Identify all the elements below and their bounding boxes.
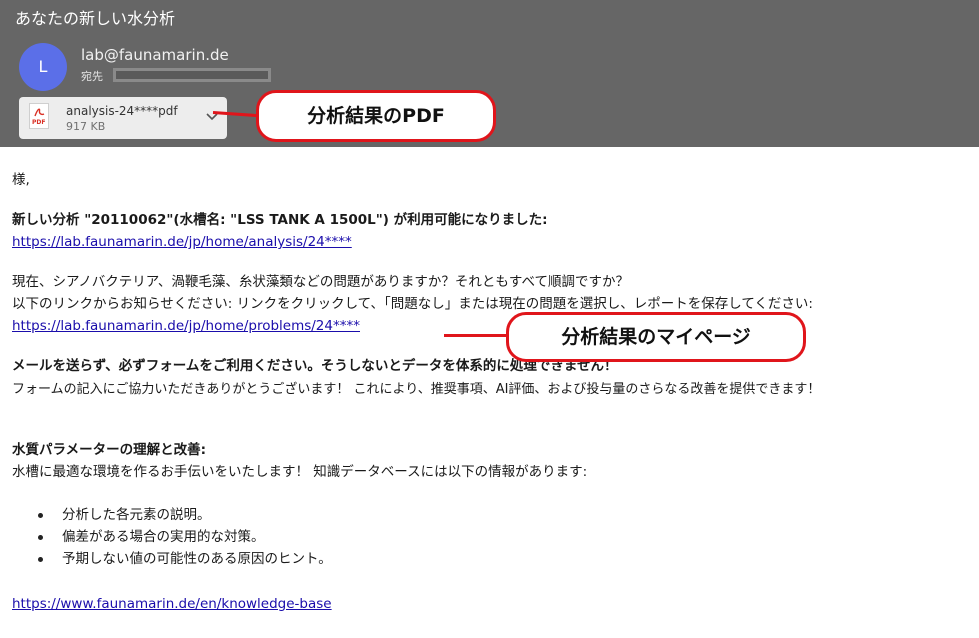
- list-item: 分析した各元素の説明。: [38, 505, 332, 527]
- knowledge-list: 分析した各元素の説明。 偏差がある場合の実用的な対策。 予期しない値の可能性のあ…: [38, 505, 332, 571]
- attachment-size: 917 KB: [66, 120, 106, 133]
- problems-link[interactable]: https://lab.faunamarin.de/jp/home/proble…: [12, 316, 360, 336]
- question-line-1: 現在、シアノバクテリア、渦鞭毛藻、糸状藻類などの問題がありますか？それともすべて…: [12, 274, 629, 290]
- attachment-chip[interactable]: PDF analysis-24****pdf 917 KB: [19, 97, 227, 139]
- thanks-text: フォームの記入にご協力いただきありがとうございます！ これにより、推奨事項、AI…: [12, 382, 821, 397]
- analysis-link[interactable]: https://lab.faunamarin.de/jp/home/analys…: [12, 232, 352, 252]
- knowledge-base-link[interactable]: https://www.faunamarin.de/en/knowledge-b…: [12, 594, 332, 614]
- email-body: 様, 新しい分析 "20110062"(水槽名: "LSS TANK A 150…: [0, 147, 979, 638]
- email-view: あなたの新しい水分析 L lab@faunamarin.de 宛先 PDF an…: [0, 0, 979, 638]
- callout-mypage: 分析結果のマイページ: [506, 312, 806, 362]
- section-intro: 水槽に最適な環境を作るお手伝いをいたします！ 知識データベースには以下の情報があ…: [12, 464, 588, 480]
- callout-pdf: 分析結果のPDF: [256, 90, 496, 142]
- sender-avatar[interactable]: L: [19, 43, 67, 91]
- recipient-redacted: [113, 68, 271, 82]
- greeting: 様,: [12, 172, 30, 188]
- email-subject: あなたの新しい水分析: [15, 9, 176, 28]
- callout-connector-mypage: [444, 334, 508, 337]
- attachment-filename[interactable]: analysis-24****pdf: [66, 104, 178, 118]
- sender-address[interactable]: lab@faunamarin.de: [81, 46, 229, 64]
- pdf-icon-tag: PDF: [32, 119, 46, 126]
- question-line-2: 以下のリンクからお知らせください: リンクをクリックして、「問題なし」または現在…: [12, 296, 813, 312]
- recipient-label: 宛先: [81, 70, 103, 83]
- announcement-text: 新しい分析 "20110062"(水槽名: "LSS TANK A 1500L"…: [12, 212, 548, 228]
- section-title: 水質パラメーターの理解と改善:: [12, 442, 206, 458]
- list-item: 偏差がある場合の実用的な対策。: [38, 527, 332, 549]
- list-item: 予期しない値の可能性のある原因のヒント。: [38, 549, 332, 571]
- pdf-icon: PDF: [29, 103, 49, 129]
